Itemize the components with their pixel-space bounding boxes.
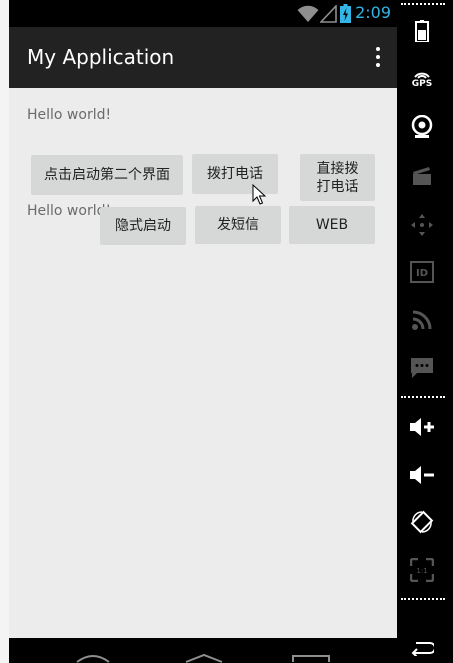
panel-divider-bottom: [401, 598, 445, 600]
rotate-icon: [410, 510, 434, 534]
direct-dial-label-line2: 打电话: [316, 178, 359, 195]
battery-control-button[interactable]: [397, 13, 447, 49]
panel-divider-top: [401, 3, 445, 5]
start-second-screen-button[interactable]: 点击启动第二个界面: [31, 155, 183, 195]
wifi-icon: [297, 5, 319, 22]
message-icon: [411, 358, 433, 378]
mouse-cursor-icon: [252, 184, 266, 205]
scale-screen-button[interactable]: 1:1: [397, 552, 447, 588]
panel-divider-middle: [401, 396, 445, 398]
sms-control-button[interactable]: [397, 350, 447, 386]
back-button[interactable]: [397, 634, 447, 662]
overflow-menu-icon: [376, 47, 380, 51]
hello-world-text: Hello world!: [27, 107, 112, 123]
volume-down-button[interactable]: [397, 457, 447, 493]
direct-dial-button[interactable]: 直接拨 打电话: [300, 154, 375, 201]
send-sms-button[interactable]: 发短信: [195, 206, 281, 244]
app-title: My Application: [27, 45, 175, 69]
svg-text:1:1: 1:1: [416, 567, 427, 575]
svg-text:ID: ID: [416, 268, 428, 279]
home-nav-icon[interactable]: [184, 653, 224, 663]
recents-nav-icon[interactable]: [291, 654, 331, 663]
id-card-icon: ID: [410, 261, 434, 283]
dpad-control-button[interactable]: [397, 207, 447, 243]
device-id-button[interactable]: ID: [397, 254, 447, 290]
camera-control-button[interactable]: [397, 109, 447, 145]
implicit-start-button[interactable]: 隐式启动: [100, 207, 186, 245]
rotate-screen-button[interactable]: [397, 504, 447, 540]
rss-icon: [412, 310, 432, 330]
back-arrow-icon: [411, 642, 434, 656]
screen-record-button[interactable]: [397, 158, 447, 194]
gps-signal-icon: [414, 72, 430, 79]
fullscreen-scale-icon: 1:1: [410, 558, 434, 582]
direct-dial-label-line1: 直接拨: [316, 160, 359, 177]
signal-icon: [320, 5, 337, 23]
activity-content: Hello world! Hello world! 点击启动第二个界面 拨打电话…: [9, 88, 397, 638]
volume-down-icon: [410, 466, 434, 484]
web-button[interactable]: WEB: [289, 206, 375, 244]
gps-control-button[interactable]: GPS: [397, 61, 447, 97]
clapperboard-icon: [413, 167, 431, 185]
status-bar: 2:09: [9, 0, 397, 27]
emulator-control-panel: GPS ID 1:1: [397, 0, 453, 663]
network-feed-button[interactable]: [397, 302, 447, 338]
status-clock: 2:09: [355, 3, 391, 22]
hello-world-text-2: Hello world!: [27, 203, 112, 219]
battery-icon: [340, 4, 351, 23]
gps-label: GPS: [411, 79, 433, 89]
volume-up-button[interactable]: [397, 409, 447, 445]
move-icon: [411, 214, 433, 236]
action-bar: My Application: [9, 27, 397, 88]
emulator-screen: 2:09 My Application Hello world! Hello w…: [9, 0, 397, 663]
back-nav-icon[interactable]: [75, 653, 111, 663]
overflow-menu-button[interactable]: [367, 44, 389, 70]
webcam-icon: [411, 115, 433, 138]
navigation-bar: [9, 638, 397, 663]
volume-up-icon: [410, 418, 434, 436]
battery-control-icon: [415, 20, 429, 42]
